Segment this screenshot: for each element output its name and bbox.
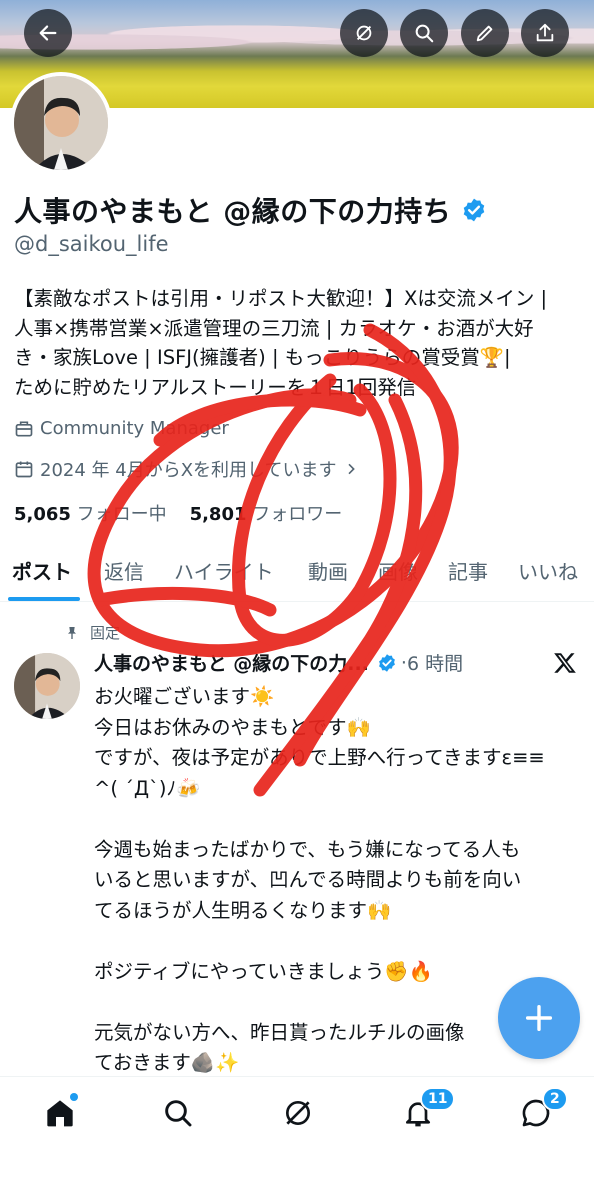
nav-search[interactable]	[158, 1093, 198, 1133]
share-button[interactable]	[521, 9, 569, 57]
following-link[interactable]: 5,065 フォロー中	[14, 504, 167, 525]
calendar-icon	[15, 461, 33, 478]
profile-name: 人事のやまもと @縁の下の力持ち	[14, 195, 452, 228]
grok-button[interactable]	[340, 9, 388, 57]
followers-count: 5,801	[189, 504, 247, 525]
following-count: 5,065	[14, 504, 71, 525]
following-label: フォロー中	[76, 504, 167, 525]
tab-posts[interactable]: ポスト	[12, 556, 72, 585]
tab-videos[interactable]: 動画	[308, 556, 348, 585]
bio-line: き・家族Love | ISFJ(擁護者) | もっこりうらの賞受賞🏆|	[14, 346, 511, 369]
grok-icon	[356, 25, 372, 41]
briefcase-icon	[15, 421, 33, 436]
search-icon	[415, 24, 434, 43]
profile-avatar[interactable]	[10, 72, 112, 174]
edit-icon	[476, 25, 493, 42]
followers-label: フォロワー	[252, 504, 343, 525]
profile-job: Community Manager	[14, 418, 229, 439]
follow-stats: 5,065 フォロー中 5,801 フォロワー	[14, 500, 342, 526]
pinned-label: 固定	[90, 624, 121, 642]
post-author-name[interactable]: 人事のやまもと @縁の下の力...	[94, 649, 369, 676]
tab-images[interactable]: 画像	[378, 556, 418, 585]
tab-likes[interactable]: いいね	[518, 556, 578, 585]
pin-icon	[68, 626, 76, 639]
pinned-indicator: 固定	[64, 622, 120, 643]
post-header: 人事のやまもと @縁の下の力... · 6 時間	[94, 649, 463, 676]
job-label: Community Manager	[40, 418, 229, 439]
search-icon	[165, 1100, 192, 1127]
messages-badge: 2	[542, 1087, 568, 1111]
profile-handle: @d_saikou_life	[14, 232, 169, 256]
grok-icon	[286, 1101, 310, 1125]
avatar-image	[14, 653, 80, 719]
joined-label: 2024 年 4月からXを利用しています	[40, 460, 337, 481]
bio-line: 人事×携帯営業×派遣管理の三刀流 | カラオケ・お酒が大好	[14, 316, 534, 340]
profile-tabs: ポスト 返信 ハイライト 動画 画像 記事 いいね	[0, 548, 594, 602]
share-icon	[536, 23, 554, 42]
home-unread-dot	[70, 1093, 78, 1101]
profile-bio: 【素敵なポストは引用・リポスト大歓迎！】Xは交流メイン | 人事×携帯営業×派遣…	[14, 284, 586, 402]
x-logo-icon[interactable]	[552, 650, 578, 676]
edit-button[interactable]	[461, 9, 509, 57]
plus-icon	[525, 1004, 553, 1032]
verified-badge-icon	[463, 198, 485, 222]
verified-badge-icon	[378, 653, 395, 672]
nav-grok[interactable]	[278, 1093, 318, 1133]
active-tab-indicator	[8, 597, 80, 601]
post-author-avatar[interactable]	[14, 653, 80, 719]
tab-replies[interactable]: 返信	[104, 556, 144, 585]
profile-joined[interactable]: 2024 年 4月からXを利用しています	[14, 456, 365, 482]
avatar-image	[14, 76, 108, 170]
arrow-left-icon	[39, 25, 57, 41]
tab-articles[interactable]: 記事	[448, 556, 488, 585]
bio-line: 【素敵なポストは引用・リポスト大歓迎！】Xは交流メイン |	[14, 287, 548, 310]
back-button[interactable]	[24, 9, 72, 57]
search-button[interactable]	[400, 9, 448, 57]
tab-highlights[interactable]: ハイライト	[174, 556, 274, 585]
post-time[interactable]: 6 時間	[407, 649, 463, 676]
notifications-badge: 11	[420, 1087, 456, 1111]
chevron-right-icon	[347, 463, 355, 475]
bio-line: ために貯めたリアルストーリーを１日1回発信	[14, 375, 417, 399]
bottom-nav: 11 2	[0, 1076, 594, 1200]
home-icon	[47, 1100, 73, 1127]
followers-link[interactable]: 5,801 フォロワー	[190, 504, 343, 525]
compose-button[interactable]	[498, 977, 580, 1059]
